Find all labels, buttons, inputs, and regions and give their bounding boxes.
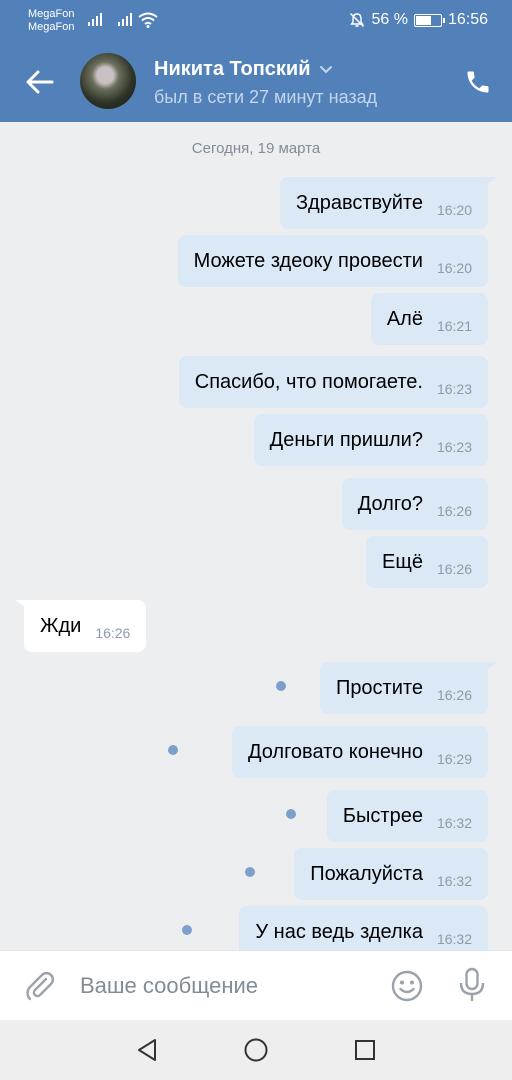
message-bubble-outgoing[interactable]: Деньги пришли? 16:23 bbox=[253, 414, 488, 466]
attach-icon[interactable] bbox=[24, 970, 56, 1002]
microphone-icon[interactable] bbox=[456, 967, 488, 1003]
message-text: Спасибо, что помогаете. bbox=[194, 370, 423, 393]
message-text: Простите bbox=[335, 676, 423, 699]
mute-icon bbox=[350, 13, 365, 27]
message-text: Быстрее bbox=[342, 804, 423, 827]
message-text: Алё bbox=[386, 307, 423, 330]
contact-name: Никита Топский bbox=[154, 58, 311, 80]
last-seen-status: был в сети 27 минут назад bbox=[154, 87, 378, 107]
chevron-down-icon bbox=[319, 65, 332, 73]
unread-indicator bbox=[168, 745, 178, 755]
phone-icon[interactable] bbox=[464, 68, 492, 96]
unread-indicator bbox=[286, 809, 296, 819]
unread-indicator bbox=[276, 681, 286, 691]
message-time: 16:32 bbox=[436, 931, 472, 947]
battery-fill bbox=[415, 15, 431, 25]
message-time: 16:26 bbox=[436, 503, 472, 519]
message-time: 16:26 bbox=[436, 687, 472, 703]
message-bubble-outgoing[interactable]: Ещё 16:26 bbox=[366, 536, 488, 588]
message-bubble-outgoing[interactable]: Быстрее 16:32 bbox=[326, 790, 488, 842]
message-time: 16:29 bbox=[436, 751, 472, 767]
message-text: Пожалуйста bbox=[310, 862, 423, 885]
message-text: Ещё bbox=[382, 550, 423, 573]
signal-icon bbox=[118, 13, 132, 26]
message-time: 16:20 bbox=[436, 260, 472, 276]
message-bubble-outgoing[interactable]: Алё 16:21 bbox=[370, 293, 488, 345]
message-text: Можете здеоку провести bbox=[193, 249, 423, 272]
message-bubble-outgoing[interactable]: Здравствуйте 16:20 bbox=[279, 177, 498, 229]
message-text: Жди bbox=[40, 614, 82, 637]
carrier-name-1: MegaFon bbox=[28, 8, 75, 20]
message-time: 16:23 bbox=[436, 381, 472, 397]
status-bar: MegaFon MegaFon 56 % 16:56 bbox=[0, 0, 512, 40]
message-bubble-outgoing[interactable]: Можете здеоку провести 16:20 bbox=[177, 235, 488, 287]
battery-icon bbox=[413, 13, 445, 27]
message-bubble-incoming[interactable]: Жди 16:26 bbox=[14, 600, 147, 652]
message-time: 16:23 bbox=[436, 439, 472, 455]
chat-header: Никита Топский был в сети 27 минут назад bbox=[0, 40, 512, 122]
message-time: 16:32 bbox=[436, 815, 472, 831]
battery-percent: 56 % bbox=[371, 11, 408, 28]
message-time: 16:26 bbox=[436, 561, 472, 577]
message-text: У нас ведь зделка bbox=[255, 920, 423, 943]
signal-icon bbox=[88, 13, 102, 26]
unread-indicator bbox=[182, 925, 192, 935]
emoji-icon[interactable] bbox=[390, 969, 424, 1003]
message-time: 16:20 bbox=[436, 202, 472, 218]
nav-recents-icon[interactable] bbox=[351, 1036, 379, 1064]
date-separator: Сегодня, 19 марта bbox=[191, 140, 321, 157]
message-input[interactable] bbox=[80, 970, 370, 1002]
wifi-icon bbox=[138, 12, 158, 28]
clock: 16:56 bbox=[447, 11, 488, 28]
status-right: 56 % 16:56 bbox=[349, 11, 488, 29]
message-text: Долговато конечно bbox=[247, 740, 423, 763]
message-bubble-outgoing[interactable]: Долговато конечно 16:29 bbox=[231, 726, 488, 778]
message-time: 16:32 bbox=[436, 873, 472, 889]
message-bubble-outgoing[interactable]: Долго? 16:26 bbox=[341, 478, 488, 530]
unread-indicator bbox=[245, 867, 255, 877]
message-text: Деньги пришли? bbox=[269, 428, 423, 451]
avatar[interactable] bbox=[80, 53, 136, 109]
carrier-names: MegaFon MegaFon bbox=[28, 8, 74, 34]
contact-name-row[interactable]: Никита Топский bbox=[154, 58, 333, 81]
message-composer bbox=[0, 950, 512, 1020]
message-bubble-outgoing[interactable]: У нас ведь зделка 16:32 bbox=[239, 906, 488, 950]
back-arrow-icon[interactable] bbox=[24, 68, 56, 96]
message-text: Долго? bbox=[357, 492, 423, 515]
message-bubble-outgoing[interactable]: Простите 16:26 bbox=[319, 662, 498, 714]
message-text: Здравствуйте bbox=[295, 191, 423, 214]
message-bubble-outgoing[interactable]: Спасибо, что помогаете. 16:23 bbox=[178, 356, 488, 408]
carrier-name-2: MegaFon bbox=[28, 21, 75, 33]
system-nav-bar bbox=[0, 1020, 512, 1080]
message-time: 16:21 bbox=[436, 318, 472, 334]
message-bubble-outgoing[interactable]: Пожалуйста 16:32 bbox=[294, 848, 488, 900]
nav-back-icon[interactable] bbox=[133, 1036, 161, 1064]
message-time: 16:26 bbox=[95, 625, 131, 641]
message-list[interactable]: Сегодня, 19 марта Здравствуйте 16:20 Мож… bbox=[0, 122, 512, 950]
nav-home-icon[interactable] bbox=[242, 1036, 270, 1064]
